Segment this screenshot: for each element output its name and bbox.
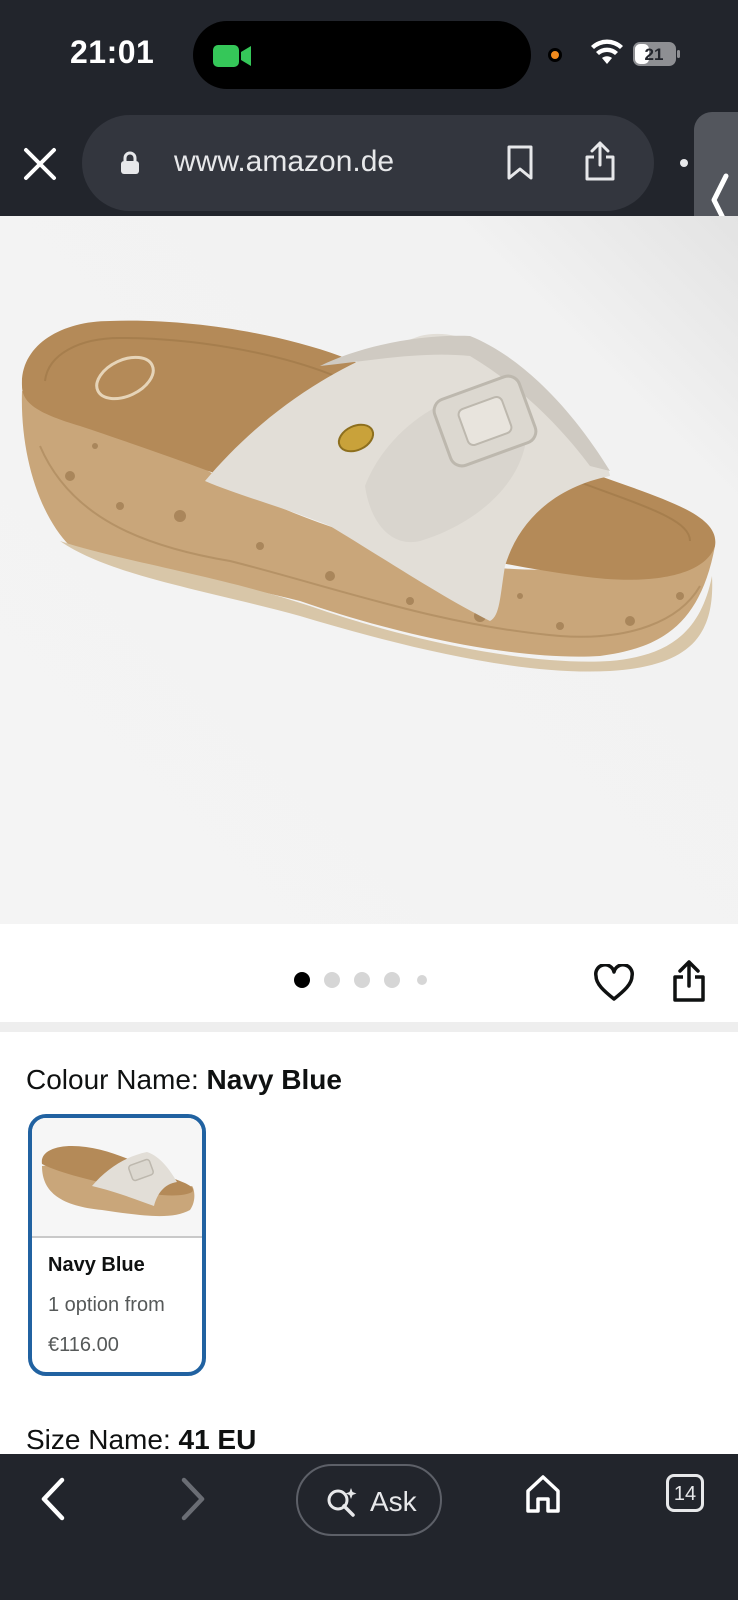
product-image[interactable]: [0, 216, 738, 924]
back-icon[interactable]: [38, 1476, 66, 1522]
battery-level: 21: [645, 45, 664, 64]
status-bar: 21:01 21: [0, 0, 738, 110]
ask-button[interactable]: Ask: [296, 1464, 442, 1536]
carousel-dot[interactable]: [354, 972, 370, 988]
carousel-dot[interactable]: [294, 972, 310, 988]
colour-value: Navy Blue: [206, 1064, 342, 1095]
carousel-dot[interactable]: [384, 972, 400, 988]
close-icon[interactable]: [22, 146, 58, 182]
home-icon[interactable]: [524, 1474, 562, 1514]
share-icon[interactable]: [584, 141, 616, 181]
size-value: 41 EU: [178, 1424, 257, 1455]
tabs-count: 14: [673, 1483, 697, 1505]
sparkle-search-icon: [327, 1488, 357, 1517]
colour-label: Colour Name:: [26, 1064, 199, 1095]
tabs-button[interactable]: 14: [666, 1474, 704, 1512]
share-icon[interactable]: [672, 960, 706, 1002]
wifi-icon: [591, 39, 623, 64]
section-divider: [0, 1022, 738, 1032]
heart-icon[interactable]: [594, 964, 634, 1002]
carousel-dot[interactable]: [417, 975, 427, 985]
colour-heading: Colour Name: Navy Blue: [26, 1064, 342, 1096]
video-camera-icon: [213, 45, 251, 67]
lock-icon: [121, 151, 139, 174]
size-heading: Size Name: 41 EU: [26, 1424, 256, 1456]
colour-option-name: Navy Blue: [48, 1254, 145, 1276]
colour-option-price: €116.00: [48, 1334, 119, 1356]
carousel-controls: [0, 924, 738, 1022]
colour-option-navy-blue[interactable]: Navy Blue 1 option from €116.00: [28, 1114, 206, 1376]
recording-indicator-icon: [548, 48, 562, 62]
battery-icon: 21: [633, 42, 680, 66]
url-text[interactable]: www.amazon.de: [174, 145, 394, 179]
sandal-image: [21, 320, 716, 672]
dynamic-island: [193, 21, 531, 89]
size-label: Size Name:: [26, 1424, 171, 1455]
colour-option-availability: 1 option from: [48, 1294, 165, 1316]
bottom-toolbar: Ask 14: [0, 1454, 738, 1600]
bookmark-icon[interactable]: [506, 145, 534, 181]
address-bar[interactable]: www.amazon.de: [82, 115, 654, 211]
colour-option-image: [32, 1118, 202, 1238]
more-options-icon[interactable]: [680, 159, 688, 167]
forward-icon[interactable]: [180, 1476, 208, 1522]
ask-label: Ask: [370, 1486, 417, 1517]
carousel-dot[interactable]: [324, 972, 340, 988]
browser-toolbar: www.amazon.de: [0, 110, 738, 216]
status-time: 21:01: [70, 34, 155, 70]
